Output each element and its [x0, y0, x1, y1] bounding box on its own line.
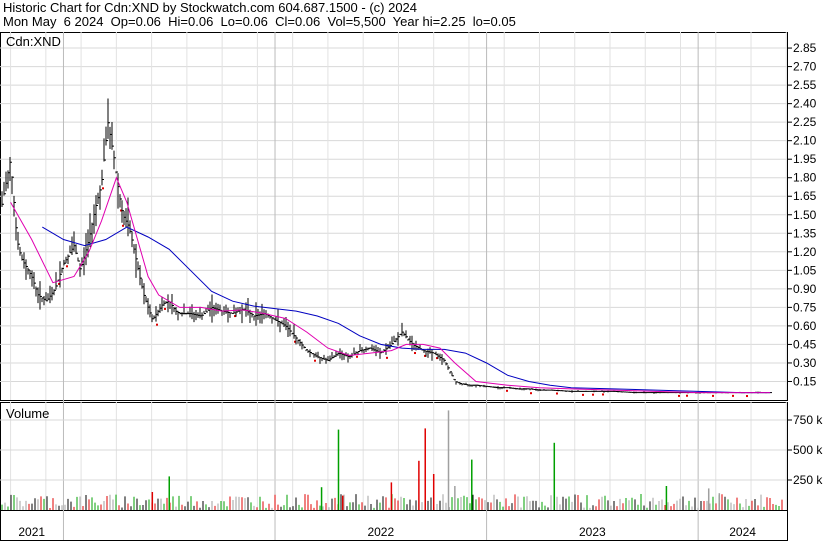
moving-average-short [10, 176, 771, 394]
price-down-marker [556, 392, 558, 395]
price-down-marker [506, 389, 508, 392]
price-panel-title: Cdn:XND [6, 34, 61, 49]
year-tick-label: 2021 [18, 525, 45, 539]
volume-panel-title: Volume [6, 406, 49, 421]
price-down-marker [164, 307, 166, 310]
volume-bars [1, 410, 783, 510]
price-panel-frame [0, 32, 788, 401]
year-tick-label: 2024 [729, 525, 756, 539]
volume-tick-label: 500 k [793, 443, 823, 457]
price-down-marker [602, 393, 604, 396]
volume-panel-frame [0, 402, 788, 511]
price-down-marker [678, 394, 680, 397]
price-tick-label: 1.35 [793, 226, 817, 240]
year-tick-label: 2023 [579, 525, 606, 539]
price-tick-label: 1.05 [793, 263, 817, 277]
volume-tick-label: 750 k [793, 413, 823, 427]
price-tick-label: 2.10 [793, 134, 817, 148]
price-tick-label: 0.90 [793, 282, 817, 296]
price-down-marker [712, 394, 714, 397]
price-down-marker [686, 394, 688, 397]
price-tick-label: 0.15 [793, 374, 817, 388]
price-down-marker [592, 393, 594, 396]
volume-tick-label: 250 k [793, 473, 823, 487]
price-down-marker [156, 323, 158, 326]
price-down-marker [732, 394, 734, 397]
price-down-marker [746, 395, 748, 398]
year-tick-label: 2022 [367, 525, 394, 539]
price-tick-label: 2.85 [793, 41, 817, 55]
price-down-marker [66, 265, 68, 268]
price-tick-label: 0.45 [793, 337, 817, 351]
price-tick-label: 1.20 [793, 245, 817, 259]
price-down-marker [356, 355, 358, 358]
price-tick-label: 1.50 [793, 208, 817, 222]
price-tick-label: 0.60 [793, 319, 817, 333]
price-tick-label: 2.70 [793, 60, 817, 74]
price-tick-label: 2.25 [793, 115, 817, 129]
price-tick-label: 0.75 [793, 300, 817, 314]
price-down-marker [530, 392, 532, 395]
price-tick-label: 2.55 [793, 78, 817, 92]
price-bars [1, 98, 772, 398]
price-tick-label: 1.65 [793, 189, 817, 203]
price-tick-label: 2.40 [793, 97, 817, 111]
price-down-marker [414, 352, 416, 355]
price-tick-label: 1.95 [793, 152, 817, 166]
price-tick-label: 1.80 [793, 171, 817, 185]
price-tick-label: 0.30 [793, 356, 817, 370]
stock-chart: 2.85 2.70 2.55 2.40 2.25 2.10 1.95 1.80 1.65 1.50… [0, 32, 823, 541]
price-down-marker [386, 356, 388, 359]
price-down-marker [314, 359, 316, 362]
price-down-marker [102, 187, 104, 190]
price-down-marker [582, 393, 584, 396]
